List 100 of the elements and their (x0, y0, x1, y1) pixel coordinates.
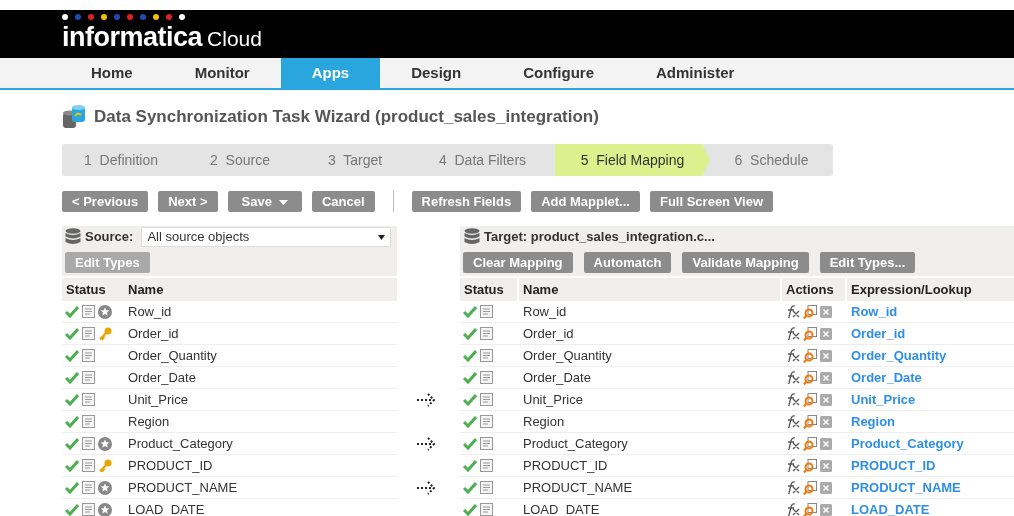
expression-link[interactable]: LOAD_DATE (851, 501, 930, 516)
function-icon[interactable] (786, 481, 800, 494)
toolbar-button[interactable]: Next > (158, 190, 218, 212)
panel-button[interactable]: Validate Mapping (682, 252, 809, 273)
check-icon (463, 503, 477, 516)
panel-button[interactable]: Clear Mapping (463, 252, 573, 273)
field-icon (82, 327, 95, 340)
nav-tab[interactable]: Design (380, 58, 493, 88)
lookup-icon[interactable] (803, 458, 817, 473)
field-icon (82, 349, 95, 362)
field-icon (480, 327, 493, 340)
field-name: Product_Category (523, 435, 628, 451)
clear-icon[interactable] (820, 393, 832, 406)
field-name: Row_id (523, 303, 567, 319)
wizard-step[interactable]: 4 Data Filters (410, 144, 555, 176)
expression-link[interactable]: Order_Quantity (851, 347, 947, 363)
function-icon[interactable] (786, 437, 800, 450)
field-icon (480, 349, 493, 362)
panel-button[interactable]: Edit Types... (819, 252, 916, 273)
check-icon (463, 481, 477, 494)
wizard-step[interactable]: 1 Definition (62, 144, 180, 176)
lookup-icon[interactable] (803, 392, 817, 407)
lookup-icon[interactable] (803, 326, 817, 341)
field-name: PRODUCT_ID (523, 457, 608, 473)
check-icon (65, 503, 79, 516)
check-icon (65, 459, 79, 472)
page-title: Data Synchronization Task Wizard (product_sales_integration) (94, 106, 599, 129)
toolbar-button[interactable]: Add Mapplet... (531, 190, 640, 212)
field-icon (480, 415, 493, 428)
lookup-icon[interactable] (803, 414, 817, 429)
expression-link[interactable]: Region (851, 413, 896, 429)
lookup-icon[interactable] (803, 502, 817, 516)
toolbar-button[interactable]: < Previous (62, 190, 149, 212)
nav-tab[interactable]: Apps (280, 58, 381, 88)
function-icon[interactable] (786, 305, 800, 318)
clear-icon[interactable] (820, 349, 832, 362)
clear-icon[interactable] (820, 327, 832, 340)
field-icon (82, 481, 95, 494)
field-name: LOAD_DATE (128, 501, 205, 516)
function-icon[interactable] (786, 503, 800, 516)
function-icon[interactable] (786, 371, 800, 384)
lookup-icon[interactable] (803, 348, 817, 363)
nav-tab[interactable]: Administer (625, 58, 766, 88)
expression-link[interactable]: PRODUCT_NAME (851, 479, 961, 495)
field-name: LOAD_DATE (523, 501, 600, 516)
source-label: Source: (85, 228, 134, 247)
save-button[interactable]: Save (227, 190, 302, 212)
expression-link[interactable]: Product_Category (851, 435, 964, 451)
lookup-icon[interactable] (803, 436, 817, 451)
clear-icon[interactable] (820, 415, 832, 428)
field-name: Row_id (128, 303, 172, 319)
check-icon (65, 437, 79, 450)
field-name: PRODUCT_NAME (128, 479, 238, 495)
toolbar-button[interactable]: Full Screen View (649, 190, 774, 212)
expression-link[interactable]: Order_Date (851, 369, 922, 385)
toolbar-button[interactable]: Refresh Fields (411, 190, 522, 212)
expression-link[interactable]: Order_id (851, 325, 906, 341)
expression-link[interactable]: PRODUCT_ID (851, 457, 936, 473)
clear-icon[interactable] (820, 459, 832, 472)
lookup-icon[interactable] (803, 480, 817, 495)
field-name: PRODUCT_NAME (523, 479, 633, 495)
check-icon (463, 349, 477, 362)
field-icon (82, 393, 95, 406)
function-icon[interactable] (786, 349, 800, 362)
logo-dots-icon (62, 13, 185, 20)
brand-logo: informatica (62, 23, 203, 51)
nav-tab[interactable]: Configure (492, 58, 625, 88)
check-icon (463, 437, 477, 450)
wizard-step[interactable]: 2 Source (180, 144, 300, 176)
field-name: Region (523, 413, 565, 429)
clear-icon[interactable] (820, 371, 832, 384)
clear-icon[interactable] (820, 481, 832, 494)
clear-icon[interactable] (820, 305, 832, 318)
expression-link[interactable]: Row_id (851, 303, 898, 319)
field-icon (480, 393, 493, 406)
lookup-icon[interactable] (803, 304, 817, 319)
expression-link[interactable]: Unit_Price (851, 391, 916, 407)
wizard-step[interactable]: 5 Field Mapping (555, 144, 710, 176)
wizard-step[interactable]: 6 Schedule (710, 144, 833, 176)
nav-tab[interactable]: Home (60, 58, 164, 88)
function-icon[interactable] (786, 459, 800, 472)
wizard-step[interactable]: 3 Target (300, 144, 410, 176)
function-icon[interactable] (786, 415, 800, 428)
clear-icon[interactable] (820, 503, 832, 516)
field-icon (480, 305, 493, 318)
function-icon[interactable] (786, 393, 800, 406)
field-icon (82, 415, 95, 428)
function-icon[interactable] (786, 327, 800, 340)
clear-icon[interactable] (820, 437, 832, 450)
source-select[interactable]: All source objects (141, 227, 392, 247)
check-icon (65, 305, 79, 318)
column-header: Expression/Lookup (851, 280, 972, 299)
field-icon (480, 481, 493, 494)
nav-tab[interactable]: Monitor (163, 58, 281, 88)
field-name: Unit_Price (128, 391, 188, 407)
column-header: Status (464, 280, 504, 299)
toolbar-button[interactable]: Cancel (311, 190, 375, 212)
check-icon (463, 305, 477, 318)
panel-button[interactable]: Automatch (583, 252, 672, 273)
lookup-icon[interactable] (803, 370, 817, 385)
